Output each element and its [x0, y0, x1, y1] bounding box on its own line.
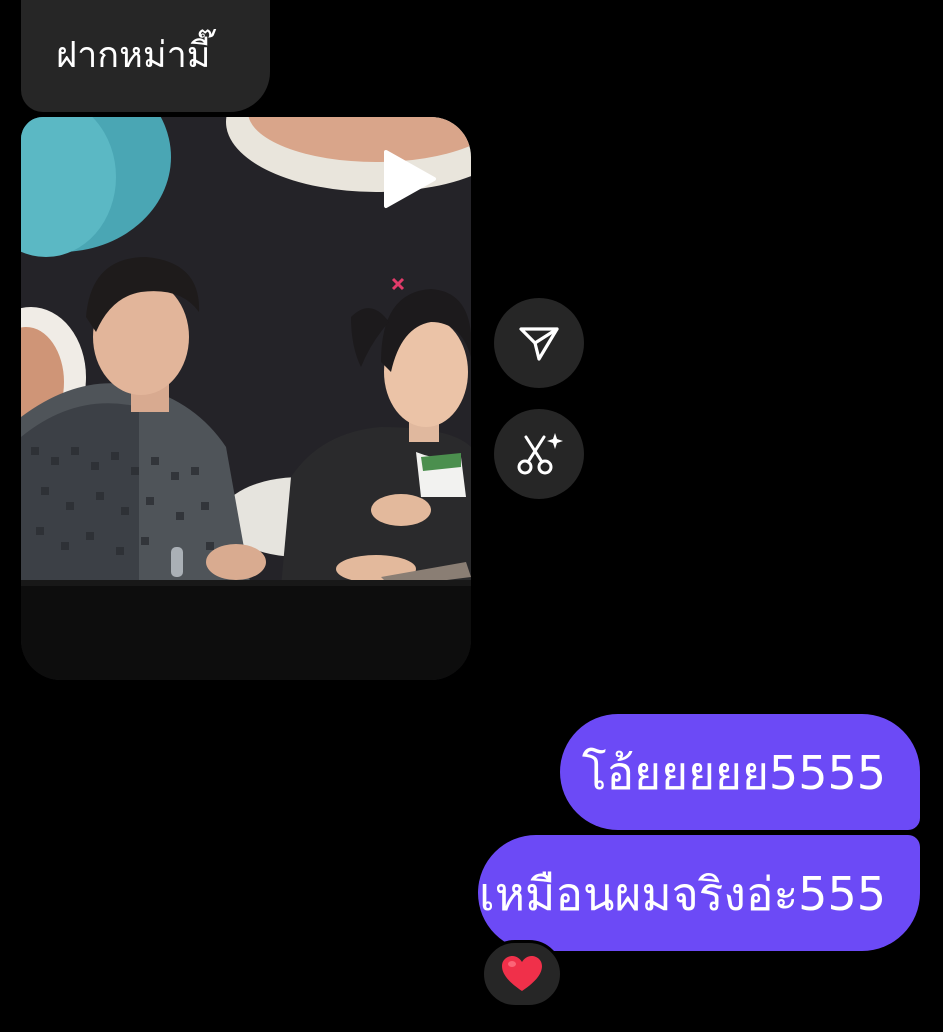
send-paper-plane-icon [519, 327, 559, 361]
red-heart-icon [502, 956, 542, 991]
outgoing-message-bubble[interactable]: โอ้ยยยยย5555 [560, 714, 920, 830]
incoming-message-text: ฝากหม่ามี๊ [56, 35, 211, 76]
ai-cutout-button[interactable] [494, 409, 584, 499]
share-button[interactable] [494, 298, 584, 388]
incoming-message-bubble[interactable]: ฝากหม่ามี๊ [21, 0, 270, 112]
shared-video-thumbnail[interactable] [21, 117, 471, 680]
outgoing-message-text: โอ้ยยยยย5555 [581, 746, 886, 800]
outgoing-message-bubble[interactable]: เหมือนผมจริงอ่ะ555 [478, 835, 920, 951]
outgoing-message-text: เหมือนผมจริงอ่ะ555 [479, 867, 886, 921]
play-icon[interactable] [382, 148, 438, 210]
scissors-sparkle-icon [517, 433, 563, 475]
message-reaction[interactable] [481, 940, 563, 1008]
